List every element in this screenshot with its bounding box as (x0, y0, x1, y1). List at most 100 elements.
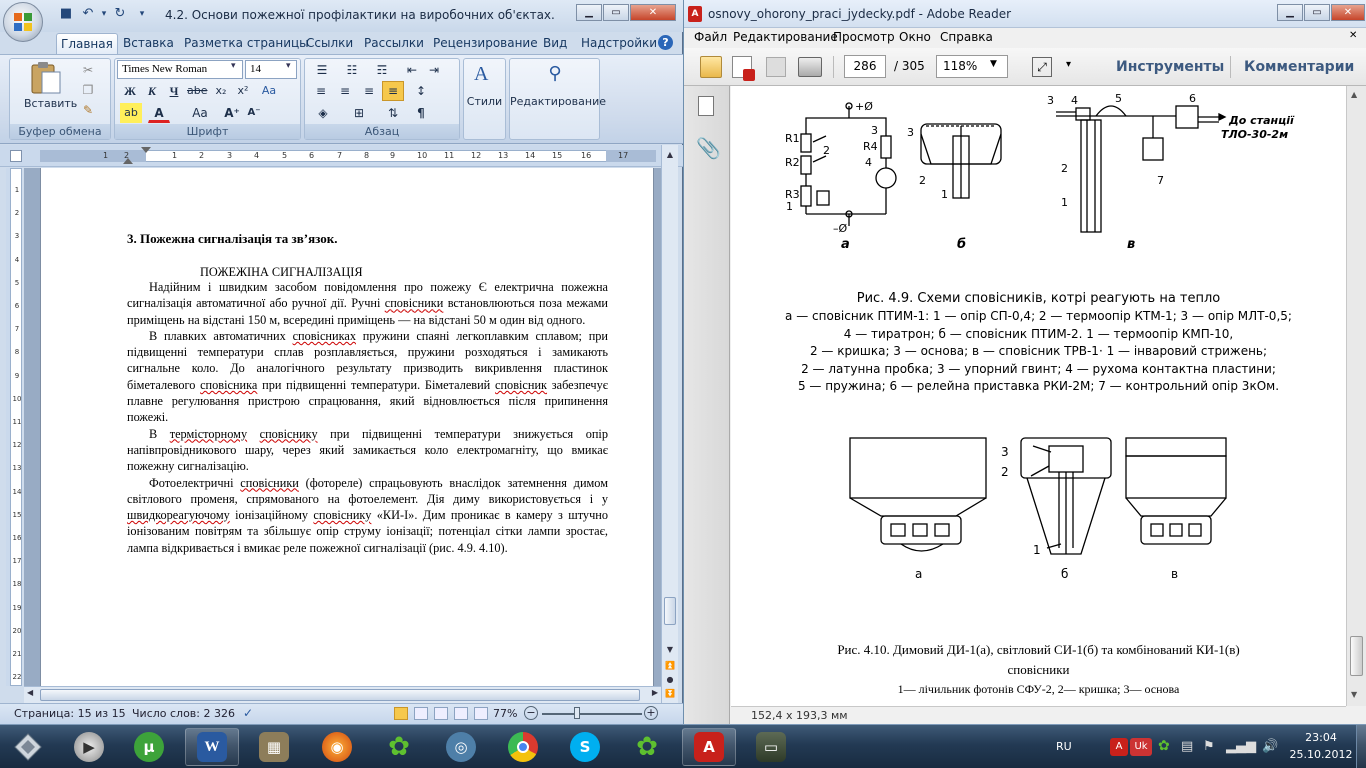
redo-icon[interactable]: ↻ (112, 6, 128, 22)
document-page[interactable]: 3. Пожежна сигналізація та зв’язок. ПОЖЕ… (40, 168, 654, 686)
pdf-page[interactable]: +Ø R1 R2 R3 R4 1 2 3 4 –Ø 3 2 1 3 4 5 6 … (731, 86, 1346, 706)
reader-maximize-button[interactable]: ▭ (1304, 4, 1330, 21)
zoom-slider[interactable] (542, 713, 642, 715)
taskbar-word[interactable]: W (185, 728, 239, 766)
italic-button[interactable]: К (142, 81, 162, 101)
undo-icon[interactable]: ↶ (80, 6, 96, 22)
grow-font-button[interactable]: A⁺ (222, 103, 242, 123)
copy-icon[interactable]: ❐ (78, 80, 98, 100)
taskbar-skype[interactable]: S (558, 728, 612, 766)
sort-icon[interactable]: ⇅ (382, 103, 404, 123)
scroll-down-icon[interactable]: ▼ (663, 645, 677, 659)
paste-button[interactable]: Вставить (24, 60, 77, 116)
subscript-button[interactable]: x₂ (210, 81, 232, 101)
customize-qat-icon[interactable]: ▾ (134, 6, 150, 22)
full-screen-view-icon[interactable] (414, 707, 428, 720)
attachments-icon[interactable]: 📎 (696, 136, 721, 160)
reader-close-button[interactable]: ✕ (1331, 4, 1365, 21)
menu-file[interactable]: Файл (694, 30, 727, 44)
print-icon[interactable] (798, 57, 822, 77)
align-right-icon[interactable]: ≡ (358, 81, 380, 101)
align-center-icon[interactable]: ≡ (334, 81, 356, 101)
comments-button[interactable]: Комментарии (1244, 59, 1354, 75)
scroll-right-icon[interactable]: ▶ (652, 688, 658, 697)
font-name-dropdown-icon[interactable]: ▾ (231, 61, 236, 71)
doc-body[interactable]: Надійним і швидким засобом повідомлення … (127, 279, 608, 556)
word-minimize-button[interactable]: ▁ (576, 4, 602, 21)
align-left-icon[interactable]: ≡ (310, 81, 332, 101)
scroll-down-icon[interactable]: ▼ (1351, 690, 1357, 699)
vertical-ruler-bar[interactable]: 1 2 3 4 5 6 7 8 9 10 11 12 13 14 15 16 17 18 19 20 21 22 (10, 168, 22, 686)
draft-view-icon[interactable] (474, 707, 488, 720)
word-vertical-scrollbar[interactable]: ▲ ▼ ⏫ ● ⏬ (661, 145, 678, 706)
decrease-indent-icon[interactable]: ⇤ (402, 60, 422, 80)
hanging-indent-marker[interactable] (123, 158, 133, 164)
tools-button[interactable]: Инструменты (1116, 59, 1224, 75)
taskbar-camera[interactable]: ◎ (434, 728, 488, 766)
bullets-icon[interactable]: ☰ (310, 60, 334, 80)
language-indicator[interactable]: RU (1056, 740, 1072, 753)
tab-selector[interactable] (10, 150, 22, 162)
underline-button[interactable]: Ч (164, 81, 184, 101)
numbering-icon[interactable]: ☷ (340, 60, 364, 80)
superscript-button[interactable]: x² (232, 81, 254, 101)
line-spacing-icon[interactable]: ↕ (410, 81, 432, 101)
more-tools-icon[interactable]: ▾ (1066, 59, 1071, 70)
word-close-button[interactable]: ✕ (630, 4, 676, 21)
format-painter-icon[interactable]: ✎ (78, 100, 98, 120)
menu-help[interactable]: Справка (940, 30, 993, 44)
font-name-combo[interactable]: Times New Roman (117, 60, 243, 79)
menu-window[interactable]: Окно (899, 30, 931, 44)
clock-date[interactable]: 25.10.2012 (1284, 748, 1358, 761)
strikethrough-button[interactable]: abe (186, 81, 208, 101)
reader-minimize-button[interactable]: ▁ (1277, 4, 1303, 21)
zoom-dropdown-icon[interactable]: ▼ (990, 59, 997, 69)
tray-signal-icon[interactable]: ▂▄▆ (1226, 739, 1256, 754)
scroll-left-icon[interactable]: ◀ (27, 688, 33, 697)
tab-page-layout[interactable]: Разметка страницы (180, 33, 313, 54)
undo-dropdown-icon[interactable]: ▾ (96, 6, 112, 22)
taskbar-explorer[interactable]: ▭ (744, 728, 798, 766)
start-button[interactable] (8, 728, 48, 766)
select-browse-object-icon[interactable]: ● (663, 675, 677, 689)
shrink-font-button[interactable]: A⁻ (244, 103, 264, 123)
scroll-thumb[interactable] (664, 597, 676, 625)
show-desktop-button[interactable] (1356, 725, 1366, 768)
editing-group[interactable]: ⚲ Редактирование (509, 58, 606, 140)
zoom-in-icon[interactable]: + (644, 706, 658, 720)
bold-button[interactable]: Ж (120, 81, 140, 101)
word-horizontal-scrollbar[interactable]: ◀ ▶ (24, 686, 661, 703)
menu-edit[interactable]: Редактирование (733, 30, 838, 44)
taskbar-chrome[interactable] (496, 728, 550, 766)
highlight-button[interactable]: ab (120, 103, 142, 123)
word-count[interactable]: Число слов: 2 326 (132, 707, 235, 720)
cut-icon[interactable]: ✂ (78, 60, 98, 80)
page-number-input[interactable]: 286 (844, 55, 886, 78)
proofing-icon[interactable]: ✓ (243, 706, 253, 720)
menu-view[interactable]: Просмотр (833, 30, 895, 44)
reader-scroll-thumb[interactable] (1350, 636, 1363, 676)
font-size-dropdown-icon[interactable]: ▾ (286, 61, 291, 71)
print-layout-view-icon[interactable] (394, 707, 408, 720)
borders-icon[interactable]: ⊞ (346, 103, 372, 123)
create-pdf-icon[interactable] (732, 56, 755, 81)
reader-vertical-scrollbar[interactable]: ▲ ▼ (1346, 86, 1366, 706)
fit-window-icon[interactable]: ⤢ (1032, 57, 1052, 77)
taskbar-media-player[interactable]: ▶ (62, 728, 116, 766)
font-color-button[interactable]: A (148, 103, 170, 123)
office-button[interactable] (3, 2, 43, 42)
help-icon[interactable]: ? (658, 35, 673, 50)
tray-icq-icon[interactable]: ✿ (1158, 738, 1170, 754)
first-line-indent-marker[interactable] (141, 147, 151, 153)
hscroll-thumb[interactable] (40, 689, 640, 701)
save-pdf-icon[interactable] (766, 57, 786, 77)
taskbar-calculator[interactable]: ▦ (247, 728, 301, 766)
tab-review[interactable]: Рецензирование (429, 33, 542, 54)
scroll-up-icon[interactable]: ▲ (663, 150, 677, 164)
taskbar-icq[interactable]: ✿ (372, 728, 426, 766)
taskbar-utorrent[interactable]: µ (122, 728, 176, 766)
tab-insert[interactable]: Вставка (119, 33, 178, 54)
tray-adobe-icon[interactable]: A (1110, 738, 1128, 756)
zoom-out-icon[interactable]: − (524, 706, 538, 720)
tray-volume-icon[interactable]: 🔊 (1262, 739, 1278, 754)
